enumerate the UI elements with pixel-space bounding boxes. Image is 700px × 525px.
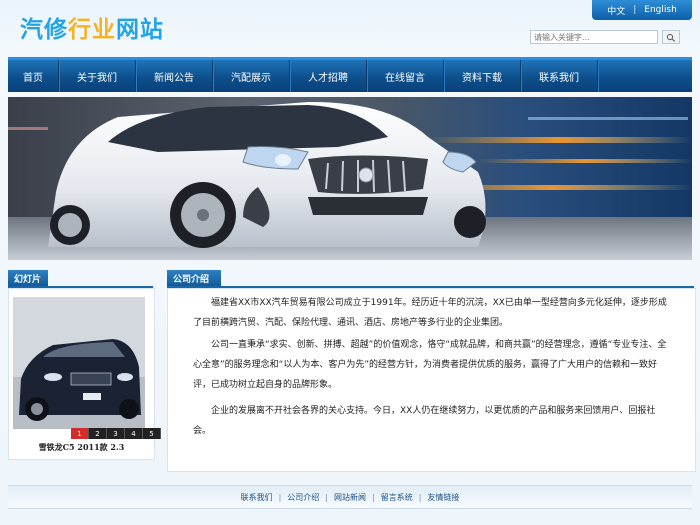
lang-separator: | [633, 5, 637, 15]
lang-chinese-link[interactable]: 中文 [607, 4, 625, 17]
slide-number-3[interactable]: 3 [107, 428, 125, 439]
slide-number-5[interactable]: 5 [143, 428, 161, 439]
slide-number-4[interactable]: 4 [125, 428, 143, 439]
car-illustration [8, 101, 692, 260]
footer-separator: | [325, 492, 328, 502]
footer-links: 联系我们 | 公司介绍 | 网站新闻 | 留言系统 | 友情链接 [8, 485, 692, 509]
search-icon [666, 33, 676, 42]
intro-paragraph-2: 公司一直秉承“求实、创新、拼搏、超越”的价值观念，恪守“成就品牌，和商共赢”的经… [193, 340, 667, 390]
page: 汽修行业网站 中文 | English 首页 关于我们 新闻公告 汽配展示 人才… [0, 0, 700, 525]
footer-separator: | [418, 492, 422, 502]
intro-paragraph-3: 企业的发展离不开社会各界的关心支持。今日，XX人仍在继续努力，以更优质的产品和服… [193, 406, 656, 436]
nav-item-contact[interactable]: 联系我们 [521, 60, 598, 92]
dark-car-illustration [13, 297, 145, 429]
footer-separator: | [372, 492, 375, 502]
lang-english-link[interactable]: English [644, 5, 677, 15]
slide-number-2[interactable]: 2 [89, 428, 107, 439]
footer-link-friends[interactable]: 友情链接 [427, 492, 459, 503]
footer-link-about[interactable]: 公司介绍 [287, 492, 319, 503]
search-input[interactable] [530, 30, 658, 44]
footer-link-contact[interactable]: 联系我们 [241, 492, 273, 503]
nav-item-parts[interactable]: 汽配展示 [213, 60, 290, 92]
nav-item-news[interactable]: 新闻公告 [136, 60, 213, 92]
logo-text-3: 网站 [116, 17, 164, 43]
search-button[interactable] [662, 30, 680, 44]
slide-number-1[interactable]: 1 [71, 428, 89, 439]
slideshow-caption[interactable]: 雪铁龙C5 2011款 2.3 [9, 442, 154, 453]
nav-item-about[interactable]: 关于我们 [59, 60, 136, 92]
footer-link-guestbook[interactable]: 留言系统 [381, 492, 413, 503]
slideshow-title: 幻灯片 [8, 270, 48, 286]
language-switcher: 中文 | English [592, 0, 692, 20]
intro-title: 公司介绍 [167, 270, 221, 286]
logo-text-2: 行业 [68, 17, 116, 43]
logo-text-1: 汽修 [20, 17, 68, 43]
main-nav: 首页 关于我们 新闻公告 汽配展示 人才招聘 在线留言 资料下载 联系我们 [8, 57, 692, 92]
search-bar [530, 30, 680, 44]
nav-item-download[interactable]: 资料下载 [444, 60, 521, 92]
nav-item-jobs[interactable]: 人才招聘 [290, 60, 367, 92]
intro-paragraph-1: 福建省XX市XX汽车贸易有限公司成立于1991年。经历近十年的沉浣，XX已由单一… [193, 298, 667, 328]
nav-item-home[interactable]: 首页 [8, 60, 59, 92]
slideshow-image[interactable] [13, 297, 145, 429]
footer-separator: | [278, 492, 282, 502]
nav-item-message[interactable]: 在线留言 [367, 60, 444, 92]
site-logo[interactable]: 汽修行业网站 [20, 10, 164, 44]
hero-banner [8, 97, 692, 260]
footer-link-news[interactable]: 网站新闻 [334, 492, 366, 503]
intro-panel: 福建省XX市XX汽车贸易有限公司成立于1991年。经历近十年的沉浣，XX已由单一… [167, 288, 696, 472]
slideshow-pager: 1 2 3 4 5 [71, 428, 161, 439]
slideshow-panel: 1 2 3 4 5 雪铁龙C5 2011款 2.3 [8, 288, 161, 460]
